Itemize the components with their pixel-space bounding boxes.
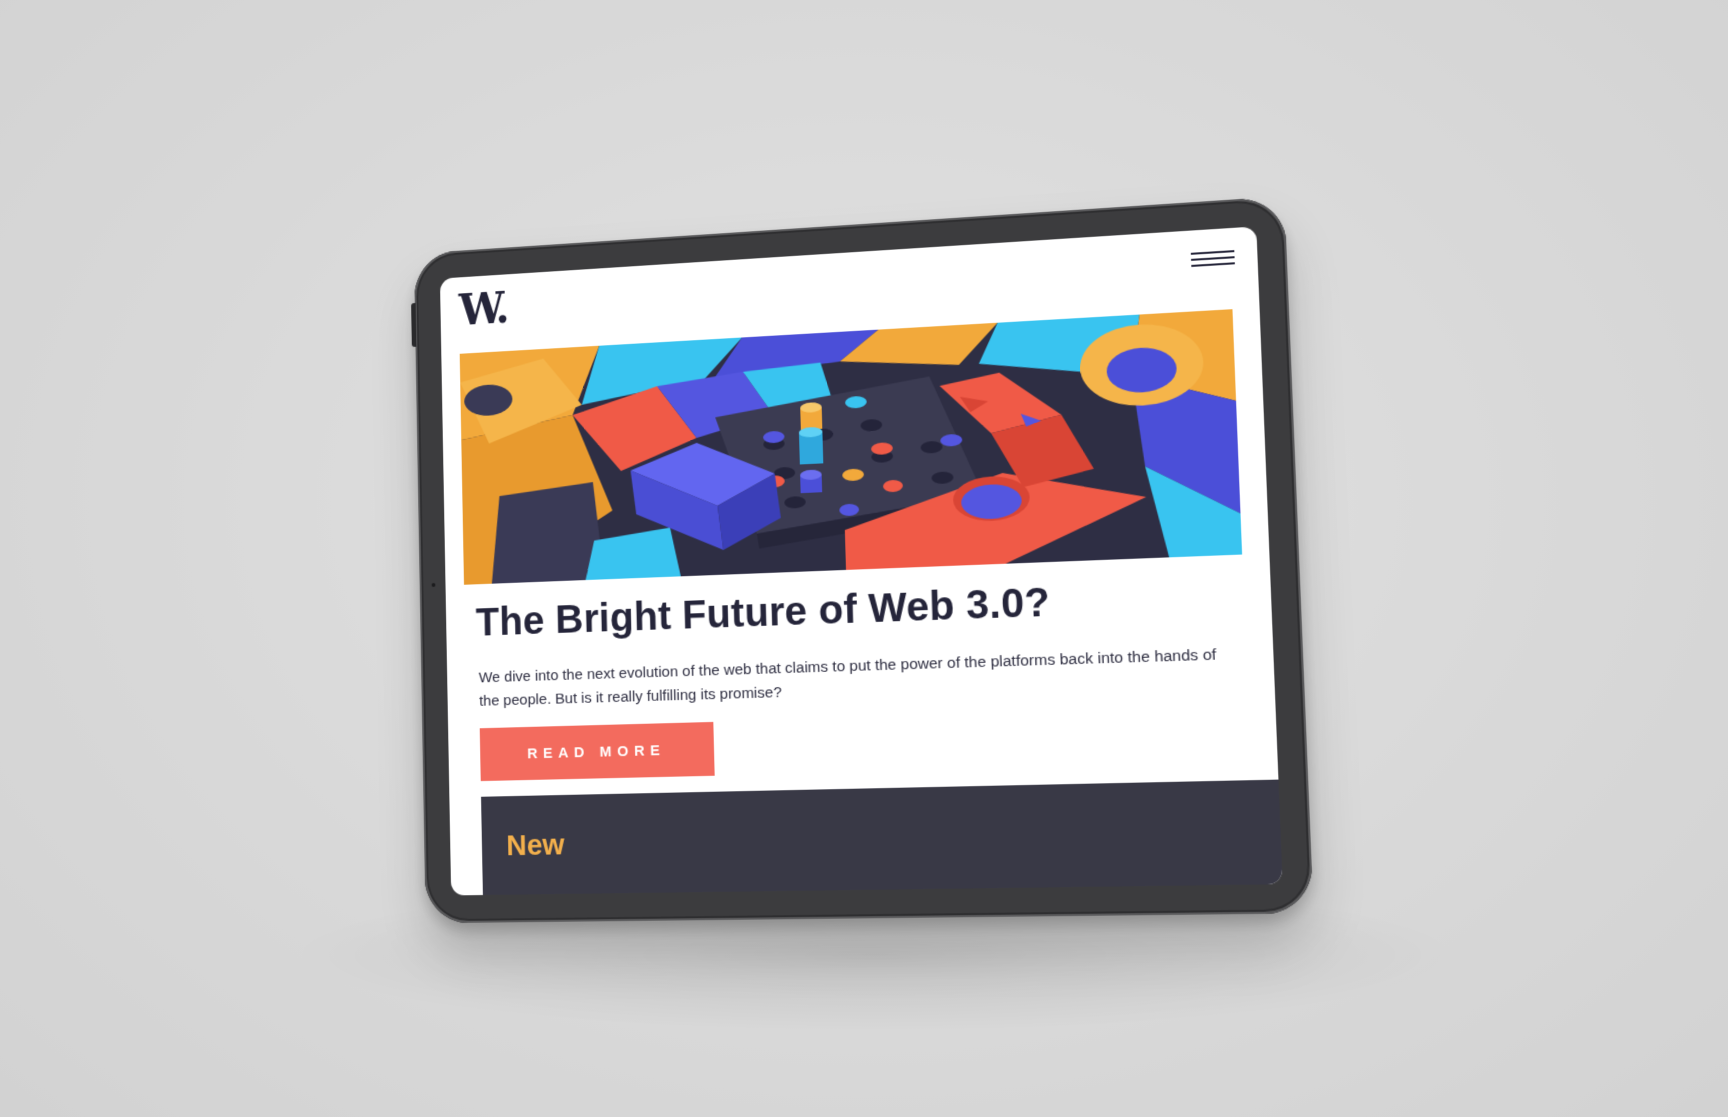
- tablet-side-button: [411, 302, 417, 348]
- site-logo[interactable]: W.: [458, 284, 507, 336]
- read-more-button[interactable]: READ MORE: [479, 721, 715, 782]
- new-section: New: [481, 779, 1283, 896]
- tablet-camera: [431, 582, 436, 587]
- article-description: We dive into the next evolution of the w…: [478, 646, 1217, 710]
- new-section-title: New: [506, 828, 565, 863]
- hero-image: [459, 309, 1243, 585]
- tablet-frame: W. The Bright Future of Web 3.0? We dive…: [411, 196, 1314, 924]
- article-title: The Bright Future of Web 3.0?: [475, 578, 1051, 645]
- tablet-screen: W. The Bright Future of Web 3.0? We dive…: [439, 226, 1283, 896]
- hamburger-menu-icon[interactable]: [1190, 250, 1235, 271]
- hero-illustration: [459, 309, 1243, 585]
- tablet-mockup: W. The Bright Future of Web 3.0? We dive…: [411, 196, 1314, 924]
